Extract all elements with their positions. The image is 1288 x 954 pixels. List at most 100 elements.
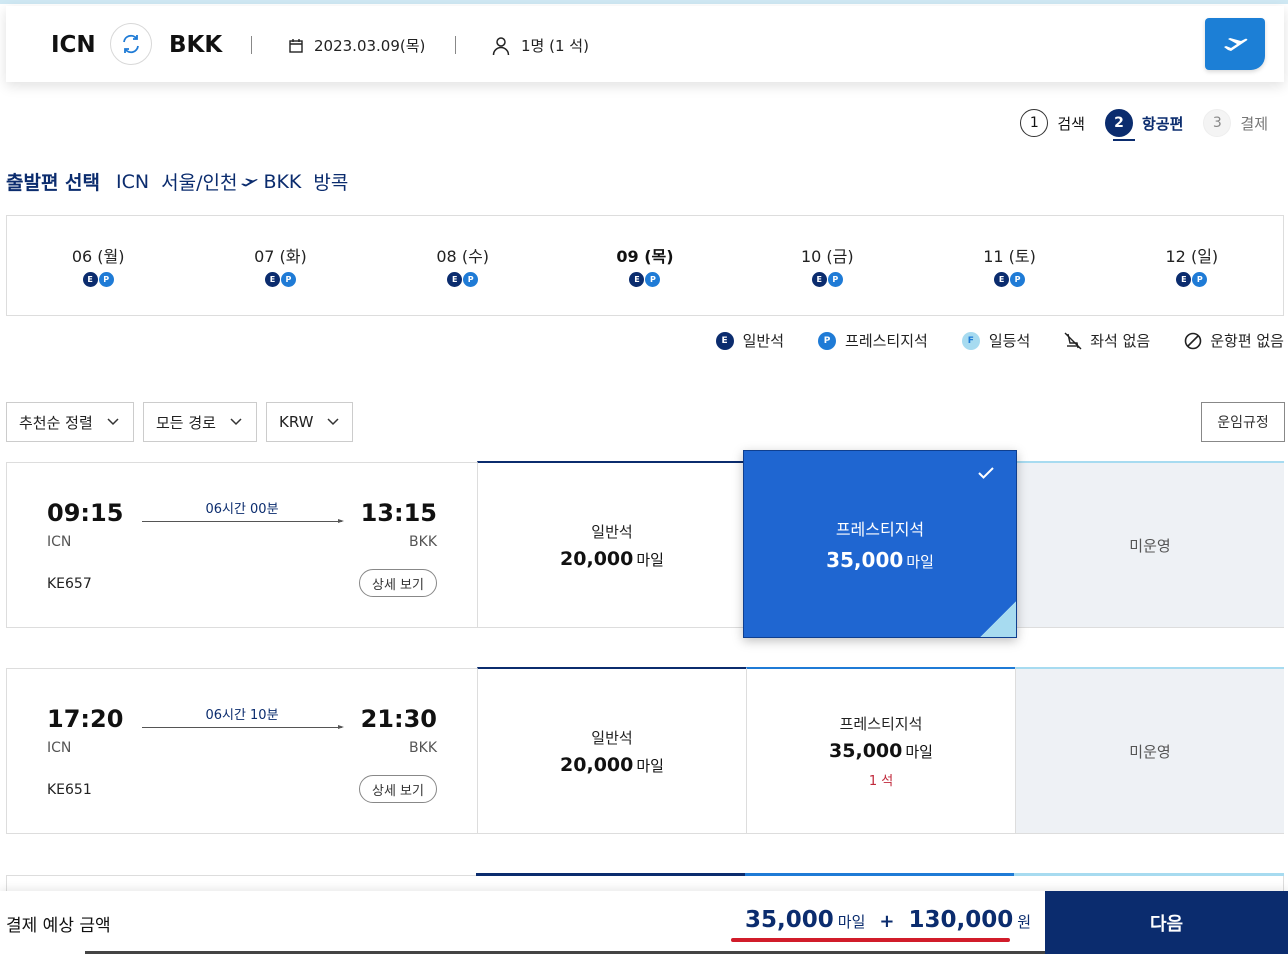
total-won: 130,000: [908, 907, 1014, 933]
step-label: 검색: [1057, 114, 1085, 133]
plus-sign: +: [879, 911, 895, 932]
currency-dropdown-label: KRW: [279, 413, 314, 431]
next-button[interactable]: 다음: [1045, 891, 1288, 954]
fare-miles: 35,000 마일: [826, 548, 934, 572]
currency-dropdown[interactable]: KRW: [266, 402, 353, 442]
first-fare-cell: 미운영: [1015, 461, 1284, 627]
legend-label: 프레스티지석: [845, 332, 928, 350]
step-number: 1: [1020, 109, 1049, 137]
swap-icon: [123, 34, 139, 54]
date-tab[interactable]: 07 (화) E P: [189, 216, 371, 315]
sort-dropdown[interactable]: 추천순 정렬: [6, 402, 134, 442]
date-tab[interactable]: 08 (수) E P: [372, 216, 554, 315]
prestige-fare-selected[interactable]: 프레스티지석 35,000 마일: [743, 450, 1017, 638]
date-tab[interactable]: 10 (금) E P: [736, 216, 918, 315]
prestige-badge: P: [827, 272, 843, 287]
economy-fare-cell[interactable]: 일반석 20,000 마일: [477, 461, 746, 627]
class-availability: E P: [629, 272, 661, 287]
small-airplane-icon: [241, 178, 258, 186]
date-tab[interactable]: 06 (월) E P: [7, 216, 189, 315]
route-dropdown[interactable]: 모든 경로: [143, 402, 257, 442]
route-from-city: 서울/인천: [161, 172, 238, 194]
chevron-down-icon: [107, 418, 119, 426]
not-operated-label: 미운영: [1129, 536, 1171, 555]
sort-dropdown-label: 추천순 정렬: [19, 413, 93, 432]
not-operated-label: 미운영: [1129, 742, 1171, 761]
departure-airport: ICN: [47, 740, 72, 756]
date-tab[interactable]: 12 (일) E P: [1101, 216, 1283, 315]
departure-time: 09:15: [47, 499, 124, 527]
step-label: 결제: [1240, 114, 1268, 133]
step-label: 항공편: [1141, 114, 1184, 133]
miles-unit: 마일: [905, 743, 933, 761]
date-tabs: 06 (월) E P 07 (화) E P 08 (수) E P 09 (목) …: [6, 215, 1284, 316]
seats-remaining: 1 석: [868, 774, 894, 789]
fare-class: 프레스티지석: [835, 520, 925, 539]
estimated-total: 35,000 마일 + 130,000 원: [745, 907, 1031, 933]
prestige-badge: P: [280, 272, 296, 287]
miles-value: 20,000: [560, 753, 634, 776]
flight-row: 17:20 06시간 10분 21:30 ICN BKK KE651 상세 보기…: [6, 667, 1284, 834]
airplane-icon: [1224, 38, 1248, 51]
date-selector[interactable]: 2023.03.09(목): [288, 35, 425, 56]
date-tab-label: 07 (화): [254, 247, 307, 266]
arrival-airport: BKK: [409, 534, 437, 550]
chevron-down-icon: [327, 418, 340, 426]
miles-unit: 마일: [837, 913, 866, 931]
total-miles: 35,000: [745, 907, 834, 933]
fare-miles: 35,000 마일: [829, 740, 933, 762]
economy-column-top: [476, 873, 745, 876]
step-search: 1 검색: [1020, 109, 1085, 137]
legend-economy: E 일반석: [715, 330, 784, 351]
step-flights: 2 항공편: [1104, 109, 1184, 137]
economy-badge: E: [264, 272, 280, 287]
page-title: 출발편 선택: [6, 172, 101, 194]
step-payment: 3 결제: [1203, 109, 1268, 137]
top-accent-line: [0, 0, 1288, 4]
divider: [455, 36, 456, 54]
prestige-badge: P: [98, 272, 114, 287]
user-icon: [492, 36, 510, 55]
date-tab-label: 09 (목): [616, 247, 674, 266]
origin-code[interactable]: ICN: [51, 32, 96, 58]
legend-no-seat: 좌석 없음: [1064, 330, 1150, 351]
route-to-city: 방콕: [313, 172, 349, 194]
search-flights-button[interactable]: [1205, 18, 1265, 70]
flight-duration: 06시간 00분: [205, 502, 279, 517]
date-text: 2023.03.09(목): [314, 37, 426, 55]
legend-first: F 일등석: [961, 330, 1031, 351]
class-availability: E P: [82, 272, 114, 287]
miles-unit: 마일: [636, 550, 664, 569]
flight-detail-button[interactable]: 상세 보기: [359, 775, 437, 803]
card-corner-accent: [980, 601, 1016, 637]
economy-fare-cell[interactable]: 일반석 20,000 마일: [477, 667, 746, 833]
fare-rules-button[interactable]: 운임규정: [1201, 402, 1285, 442]
date-tab-label: 06 (월): [71, 247, 125, 266]
class-availability: E P: [447, 272, 479, 287]
flight-info: 09:15 06시간 00분 13:15 ICN BKK KE657 상세 보기: [7, 463, 477, 627]
destination-code[interactable]: BKK: [169, 32, 222, 58]
passenger-text: 1명 (1 석): [521, 37, 589, 55]
route-dropdown-label: 모든 경로: [156, 413, 216, 432]
date-tab-label: 12 (일): [1165, 247, 1219, 266]
date-tab[interactable]: 11 (토) E P: [918, 216, 1100, 315]
date-tab-label: 10 (금): [800, 247, 854, 266]
prestige-fare-cell[interactable]: 프레스티지석 35,000 마일 1 석: [746, 667, 1015, 833]
first-column-top: [1014, 873, 1284, 876]
arrival-time: 21:30: [360, 705, 437, 733]
swap-route-button[interactable]: [110, 23, 152, 65]
flight-detail-button[interactable]: 상세 보기: [359, 569, 437, 597]
checkmark-icon: [978, 467, 994, 479]
legend-label: 일등석: [988, 332, 1031, 350]
route-to-code: BKK: [263, 170, 302, 193]
economy-badge: E: [994, 272, 1010, 287]
class-availability: E P: [264, 272, 296, 287]
passenger-selector[interactable]: 1명 (1 석): [491, 35, 589, 56]
economy-badge: E: [811, 272, 827, 287]
economy-badge: E: [447, 272, 463, 287]
date-tab-selected[interactable]: 09 (목) E P: [554, 216, 736, 315]
prestige-badge: P: [1192, 272, 1208, 287]
legend-no-flight: 운항편 없음: [1184, 330, 1284, 351]
estimated-payment-label: 결제 예상 금액: [6, 916, 111, 936]
arrival-airport: BKK: [409, 740, 437, 756]
